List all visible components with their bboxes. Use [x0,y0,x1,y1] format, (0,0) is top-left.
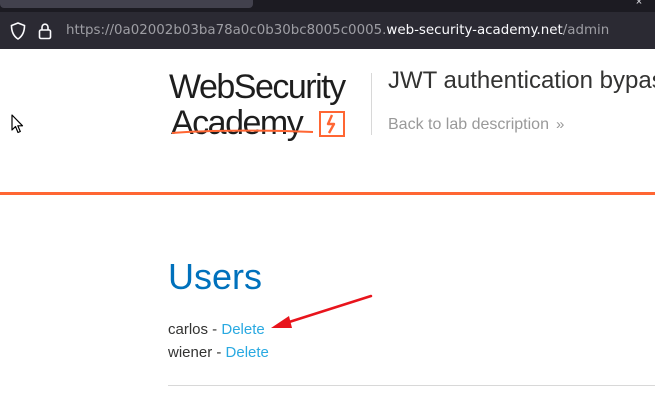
content-divider [168,385,655,386]
address-bar[interactable]: https://0a02002b03ba78a0c0b30bc8005c0005… [0,12,655,49]
lab-title: JWT authentication bypass [388,67,655,94]
tab-strip: × [0,0,655,12]
url-path: /admin [562,23,610,38]
user-separator: - [212,344,226,361]
chevron-right-icon: » [556,116,565,133]
active-tab[interactable] [0,0,253,8]
delete-carlos-link[interactable]: Delete [221,321,264,338]
lock-icon[interactable] [38,22,52,45]
user-row: wiener - Delete [168,344,269,362]
back-to-lab-link[interactable]: Back to lab description [388,115,549,135]
logo-text-websecurity[interactable]: WebSecurity [169,70,346,104]
url-text[interactable]: https://0a02002b03ba78a0c0b30bc8005c0005… [66,22,609,40]
close-icon[interactable]: × [632,0,646,8]
url-host: web-security-academy.net [386,23,563,38]
user-row: carlos - Delete [168,321,265,339]
shield-icon[interactable] [10,22,26,45]
header-rule [0,192,655,195]
delete-wiener-link[interactable]: Delete [226,344,269,361]
mouse-cursor-icon [11,114,24,134]
url-prefix: https://0a02002b03ba78a0c0b30bc8005c0005… [66,23,387,38]
page-title: Users [168,256,263,297]
user-name: carlos [168,321,209,338]
annotation-arrow [271,294,373,328]
academy-logo-mark-icon [319,111,345,137]
user-separator: - [208,321,222,338]
header-divider [371,73,372,135]
user-name: wiener [168,344,213,361]
logo-underline [171,129,314,134]
